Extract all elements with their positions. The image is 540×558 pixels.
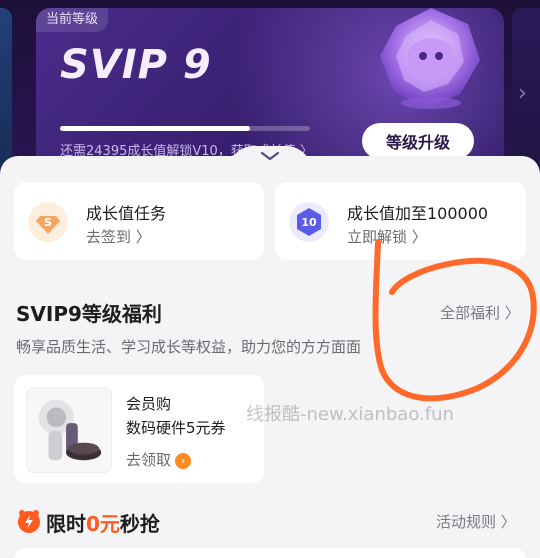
level-progress-fill bbox=[60, 126, 250, 131]
level-progress-bar bbox=[60, 126, 310, 131]
all-benefits-link[interactable]: 全部福利 〉 bbox=[440, 302, 520, 323]
svg-text:10: 10 bbox=[301, 216, 317, 229]
task-title: 成长值加至100000 bbox=[347, 204, 489, 223]
growth-task-card[interactable]: S 成长值任务 去签到 〉 bbox=[14, 182, 264, 260]
task-title: 成长值任务 bbox=[86, 204, 167, 223]
svg-text:S: S bbox=[44, 216, 52, 229]
flash-title-suffix: 秒抢 bbox=[119, 512, 160, 536]
benefits-section-title: SVIP9等级福利 bbox=[16, 302, 162, 326]
growth-gem-icon: S bbox=[28, 202, 68, 242]
watermark-text: 线报酷-new.xianbao.fun bbox=[246, 404, 454, 425]
benefit-name: 会员购 bbox=[126, 395, 172, 413]
flash-title-prefix: 限时 bbox=[46, 512, 86, 536]
upgrade-level-button[interactable]: 等级升级 bbox=[362, 123, 474, 159]
claim-button[interactable]: 去领取 › bbox=[126, 449, 192, 470]
benefit-description: 数码硬件5元券 bbox=[126, 419, 226, 437]
task-subtitle[interactable]: 立即解锁 〉 bbox=[347, 226, 427, 247]
benefit-card[interactable]: 会员购 数码硬件5元券 去领取 › bbox=[14, 375, 264, 483]
task-subtitle[interactable]: 去签到 〉 bbox=[86, 226, 151, 247]
unlock-level-card[interactable]: 10 成长值加至100000 立即解锁 〉 bbox=[275, 182, 526, 260]
flash-sale-title: 限时0元秒抢 bbox=[46, 508, 160, 537]
level-title: SVIP 9 bbox=[60, 42, 212, 88]
previous-level-card[interactable] bbox=[0, 8, 12, 168]
crystal-mascot-icon bbox=[380, 8, 480, 109]
alarm-clock-icon bbox=[18, 510, 40, 533]
activity-rules-link[interactable]: 活动规则 〉 bbox=[436, 511, 516, 532]
benefits-description: 畅享品质生活、学习成长等权益，助力您的方方面面 bbox=[16, 338, 362, 356]
claim-label: 去领取 bbox=[126, 451, 172, 469]
chevron-down-icon[interactable] bbox=[258, 150, 282, 162]
flash-sale-card[interactable] bbox=[14, 548, 526, 558]
hair-dryer-product-image bbox=[26, 387, 112, 473]
current-level-tag: 当前等级 bbox=[36, 8, 109, 32]
chevron-right-icon: › bbox=[175, 453, 192, 469]
flash-title-highlight: 0元 bbox=[86, 512, 120, 536]
level-10-badge-icon: 10 bbox=[289, 202, 329, 242]
chevron-right-icon[interactable]: › bbox=[518, 83, 532, 105]
